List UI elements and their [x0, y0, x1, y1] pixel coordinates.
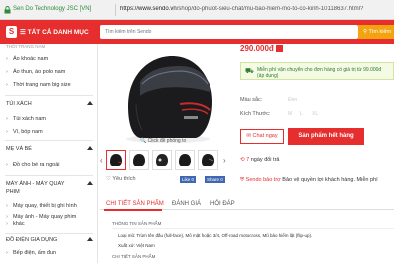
search-box [100, 25, 358, 39]
all-categories-button[interactable]: ☰ TẤT CẢ DANH MỤC [20, 28, 89, 36]
spec-table: Loại mũ: Trùm tên đầu (full-face), Mô mặ… [112, 228, 394, 263]
tab-qa[interactable]: HỎI ĐÁP [210, 201, 235, 207]
sidebar-heading-bags[interactable]: TÚI XÁCH [6, 101, 32, 107]
sidebar-item[interactable]: Thời trang nam big size [6, 82, 71, 88]
sidebar-heading-baby[interactable]: MẸ VÀ BÉ [6, 146, 32, 152]
collapse-caret-icon[interactable] [87, 101, 93, 105]
chat-now-button[interactable]: ✉ Chat ngay [240, 129, 284, 144]
facebook-share-button[interactable]: Share 0 [205, 176, 225, 183]
url-path: /shop/do-phuot-sieu-chat/mu-bao-hiem-mo-… [176, 6, 364, 12]
helmet-thumb-icon [179, 154, 191, 166]
sidebar-item[interactable]: Máy ảnh - Máy quay phim [6, 214, 76, 220]
zoom-hint[interactable]: 🔍 Click để phóng to [140, 138, 186, 144]
details-title: CHI TIẾT SẢN PHẨM [112, 254, 156, 259]
tab-reviews[interactable]: ĐÁNH GIÁ [172, 201, 201, 207]
chat-label: Chat ngay [252, 133, 278, 139]
return-text: ngày đổi trả [250, 157, 280, 163]
active-tab-indicator [104, 209, 162, 211]
collapse-caret-icon[interactable] [87, 237, 93, 241]
chevron-right-icon[interactable]: › [223, 156, 226, 165]
url-domain: https://www.sendo.vn [120, 6, 177, 12]
product-main-image[interactable] [100, 44, 235, 147]
favorite-button[interactable]: ♡ Yêu thích [106, 176, 136, 182]
divider [5, 233, 93, 234]
chevron-left-icon[interactable]: ‹ [100, 156, 103, 165]
spec-row: Xuất xứ: Việt Nam [118, 243, 155, 248]
url-text[interactable]: https://www.sendo.vn/shop/do-phuot-sieu-… [120, 6, 394, 12]
size-option-xl[interactable]: XL [312, 111, 318, 117]
sidebar-heading-appliances[interactable]: ĐỒ ĐIỆN GIA DỤNG [6, 237, 57, 243]
search-button[interactable]: ⚲ Tìm kiếm [358, 25, 394, 39]
product-tabs: CHI TIẾT SẢN PHẨM ĐÁNH GIÁ HỎI ĐÁP [100, 196, 394, 210]
helmet-image [126, 56, 212, 143]
sidebar-item[interactable]: Áo thun, áo polo nam [6, 69, 65, 75]
short-info-title: THÔNG TIN SẢN PHẨM [112, 221, 162, 226]
categories-label: TẤT CẢ DANH MỤC [27, 29, 89, 36]
address-divider [115, 4, 116, 16]
favorite-label: Yêu thích [112, 176, 136, 182]
helmet-thumb-icon [133, 154, 145, 166]
zoom-hint-label: Click để phóng to [147, 138, 187, 144]
tab-product-details[interactable]: CHI TIẾT SẢN PHẨM [106, 201, 164, 207]
truck-icon: ⛟ [245, 68, 254, 75]
product-thumbnail[interactable] [152, 150, 172, 170]
sidebar-item[interactable]: Túi xách nam [6, 116, 46, 122]
protection-brand: Sendo bảo trợ [245, 177, 281, 183]
product-price: 290.000đ [240, 44, 274, 53]
menu-icon: ☰ [20, 29, 28, 36]
protection-text: Bảo vệ quyền lợi khách hàng. Miễn phí [282, 177, 378, 183]
helmet-thumb-icon [202, 154, 214, 166]
sidebar-heading-camera[interactable]: MÁY ẢNH - MÁY QUAY [6, 181, 64, 187]
collapse-caret-icon[interactable] [87, 146, 93, 150]
browser-address-bar[interactable]: Sen Do Technology JSC [VN] https://www.s… [0, 0, 394, 20]
product-thumbnail[interactable] [106, 150, 126, 170]
divider [5, 140, 93, 141]
product-thumbnail[interactable] [198, 150, 218, 170]
return-days: 7 [246, 157, 250, 163]
product-thumbnail[interactable] [129, 150, 149, 170]
sidebar-item[interactable]: Đồ cho bé ra ngoài [6, 162, 60, 168]
sidebar-heading-men[interactable]: THỜI TRANG NAM [6, 44, 45, 49]
sidebar-item-line2[interactable]: khác [6, 221, 24, 227]
size-option-l[interactable]: L [300, 111, 303, 117]
spec-row: Loại mũ: Trùm tên đầu (full-face), Mô mặ… [118, 233, 313, 238]
category-sidebar: THỜI TRANG NAM Áo khoác nam Áo thun, áo … [0, 44, 98, 263]
sidebar-item[interactable]: Ví, bóp nam [6, 129, 43, 135]
size-option-m[interactable]: M [288, 111, 292, 117]
site-identity[interactable]: Sen Do Technology JSC [VN] [13, 6, 91, 12]
search-button-label: Tìm kiếm [368, 29, 392, 35]
search-input[interactable] [100, 25, 320, 39]
sold-out-button[interactable]: Sản phẩm hết hàng [288, 128, 364, 145]
discount-badge-icon [276, 45, 283, 52]
sendo-logo[interactable]: S [6, 26, 17, 38]
return-policy[interactable]: ⟲ 7 ngày đổi trả [240, 157, 279, 163]
helmet-thumb-icon [110, 154, 123, 166]
color-option[interactable]: Đen [288, 97, 297, 103]
sidebar-item[interactable]: Áo khoác nam [6, 56, 48, 62]
sendo-protection[interactable]: ⛨ Sendo bảo trợ Bảo vệ quyền lợi khách h… [240, 177, 378, 184]
divider [5, 95, 93, 96]
sidebar-item[interactable]: Máy quay, thiết bị ghi hình [6, 203, 77, 209]
divider [5, 175, 93, 176]
free-shipping-banner: ⛟ Miễn phí vận chuyển cho đơn hàng có gi… [240, 62, 394, 80]
helmet-thumb-icon [156, 154, 168, 166]
product-thumbnail[interactable] [175, 150, 195, 170]
zoom-icon: 🔍 [140, 138, 148, 144]
sidebar-heading-camera-line2[interactable]: PHIM [6, 189, 20, 195]
site-header: S ☰ TẤT CẢ DANH MỤC ⚲ Tìm kiếm [0, 20, 394, 44]
color-label: Màu sắc: [240, 97, 263, 103]
shipping-link[interactable]: (áp dụng) [257, 73, 278, 79]
collapse-caret-icon[interactable] [87, 181, 93, 185]
facebook-like-button[interactable]: Like 0 [180, 176, 197, 183]
lock-icon [4, 6, 11, 14]
size-label: Kích Thước: [240, 111, 271, 117]
sidebar-item[interactable]: Bếp điện, ấm đun [6, 250, 56, 256]
